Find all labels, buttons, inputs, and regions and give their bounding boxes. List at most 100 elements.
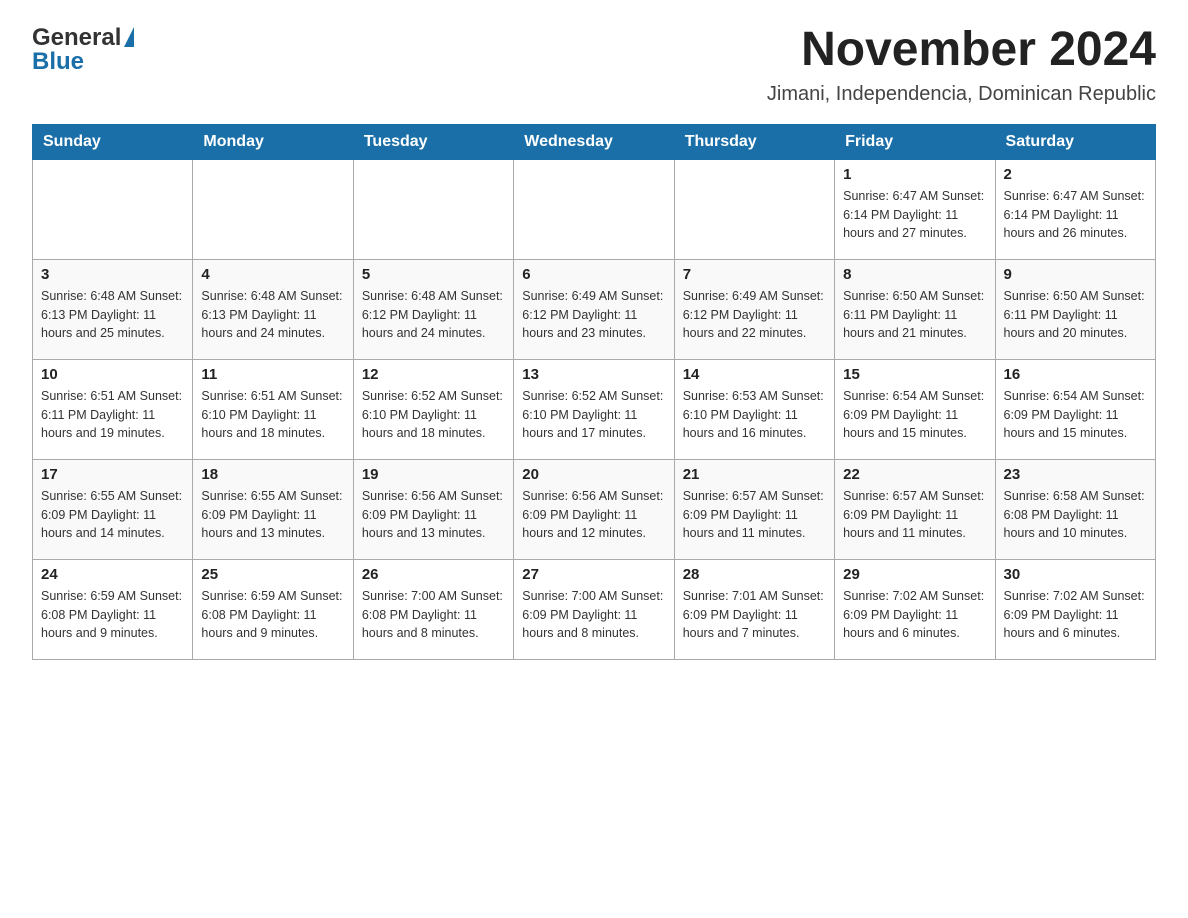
day-number: 1	[843, 166, 986, 183]
calendar-header-saturday: Saturday	[995, 124, 1155, 159]
calendar-cell: 29 Sunrise: 7:02 AM Sunset: 6:09 PM Dayli…	[835, 559, 995, 659]
day-info: Sunrise: 6:51 AM Sunset: 6:10 PM Dayligh…	[201, 387, 344, 443]
day-info: Sunrise: 6:48 AM Sunset: 6:13 PM Dayligh…	[41, 287, 184, 343]
calendar-header-sunday: Sunday	[33, 124, 193, 159]
calendar-cell: 22 Sunrise: 6:57 AM Sunset: 6:09 PM Dayli…	[835, 459, 995, 559]
day-number: 6	[522, 266, 665, 283]
day-info: Sunrise: 6:48 AM Sunset: 6:13 PM Dayligh…	[201, 287, 344, 343]
day-info: Sunrise: 7:02 AM Sunset: 6:09 PM Dayligh…	[1004, 587, 1147, 643]
day-info: Sunrise: 6:59 AM Sunset: 6:08 PM Dayligh…	[41, 587, 184, 643]
calendar-cell: 11 Sunrise: 6:51 AM Sunset: 6:10 PM Dayli…	[193, 359, 353, 459]
calendar-cell: 6 Sunrise: 6:49 AM Sunset: 6:12 PM Daylig…	[514, 259, 674, 359]
day-info: Sunrise: 6:50 AM Sunset: 6:11 PM Dayligh…	[1004, 287, 1147, 343]
title-area: November 2024 Jimani, Independencia, Dom…	[767, 24, 1156, 106]
day-info: Sunrise: 6:49 AM Sunset: 6:12 PM Dayligh…	[683, 287, 826, 343]
day-number: 5	[362, 266, 505, 283]
calendar-header-thursday: Thursday	[674, 124, 834, 159]
day-number: 27	[522, 566, 665, 583]
day-info: Sunrise: 6:47 AM Sunset: 6:14 PM Dayligh…	[1004, 187, 1147, 243]
logo: General Blue	[32, 24, 134, 76]
day-info: Sunrise: 6:58 AM Sunset: 6:08 PM Dayligh…	[1004, 487, 1147, 543]
calendar-cell	[514, 159, 674, 259]
calendar-cell: 5 Sunrise: 6:48 AM Sunset: 6:12 PM Daylig…	[353, 259, 513, 359]
calendar-header-tuesday: Tuesday	[353, 124, 513, 159]
calendar-cell: 27 Sunrise: 7:00 AM Sunset: 6:09 PM Dayli…	[514, 559, 674, 659]
calendar-cell: 16 Sunrise: 6:54 AM Sunset: 6:09 PM Dayli…	[995, 359, 1155, 459]
calendar-header-wednesday: Wednesday	[514, 124, 674, 159]
calendar-cell: 24 Sunrise: 6:59 AM Sunset: 6:08 PM Dayli…	[33, 559, 193, 659]
day-number: 26	[362, 566, 505, 583]
calendar-cell: 7 Sunrise: 6:49 AM Sunset: 6:12 PM Daylig…	[674, 259, 834, 359]
calendar-cell: 30Sunrise: 7:02 AM Sunset: 6:09 PM Dayli…	[995, 559, 1155, 659]
day-number: 13	[522, 366, 665, 383]
day-info: Sunrise: 6:53 AM Sunset: 6:10 PM Dayligh…	[683, 387, 826, 443]
day-info: Sunrise: 7:01 AM Sunset: 6:09 PM Dayligh…	[683, 587, 826, 643]
day-info: Sunrise: 6:54 AM Sunset: 6:09 PM Dayligh…	[1004, 387, 1147, 443]
day-number: 15	[843, 366, 986, 383]
calendar-cell: 14 Sunrise: 6:53 AM Sunset: 6:10 PM Dayli…	[674, 359, 834, 459]
day-info: Sunrise: 7:02 AM Sunset: 6:09 PM Dayligh…	[843, 587, 986, 643]
day-info: Sunrise: 6:48 AM Sunset: 6:12 PM Dayligh…	[362, 287, 505, 343]
day-info: Sunrise: 6:49 AM Sunset: 6:12 PM Dayligh…	[522, 287, 665, 343]
calendar-week-row: 3 Sunrise: 6:48 AM Sunset: 6:13 PM Daylig…	[33, 259, 1156, 359]
calendar-cell: 2 Sunrise: 6:47 AM Sunset: 6:14 PM Daylig…	[995, 159, 1155, 259]
day-number: 2	[1004, 166, 1147, 183]
day-number: 29	[843, 566, 986, 583]
calendar-cell	[193, 159, 353, 259]
day-number: 3	[41, 266, 184, 283]
day-number: 7	[683, 266, 826, 283]
calendar-cell	[33, 159, 193, 259]
day-number: 14	[683, 366, 826, 383]
calendar-cell: 20 Sunrise: 6:56 AM Sunset: 6:09 PM Dayli…	[514, 459, 674, 559]
day-number: 8	[843, 266, 986, 283]
day-info: Sunrise: 6:57 AM Sunset: 6:09 PM Dayligh…	[683, 487, 826, 543]
day-number: 12	[362, 366, 505, 383]
day-number: 19	[362, 466, 505, 483]
day-number: 21	[683, 466, 826, 483]
calendar-cell: 15 Sunrise: 6:54 AM Sunset: 6:09 PM Dayli…	[835, 359, 995, 459]
day-info: Sunrise: 6:59 AM Sunset: 6:08 PM Dayligh…	[201, 587, 344, 643]
calendar-cell: 13 Sunrise: 6:52 AM Sunset: 6:10 PM Dayli…	[514, 359, 674, 459]
calendar-cell: 17 Sunrise: 6:55 AM Sunset: 6:09 PM Dayli…	[33, 459, 193, 559]
day-number: 16	[1004, 366, 1147, 383]
calendar-week-row: 1 Sunrise: 6:47 AM Sunset: 6:14 PM Daylig…	[33, 159, 1156, 259]
day-number: 17	[41, 466, 184, 483]
day-info: Sunrise: 6:51 AM Sunset: 6:11 PM Dayligh…	[41, 387, 184, 443]
calendar-week-row: 10 Sunrise: 6:51 AM Sunset: 6:11 PM Dayli…	[33, 359, 1156, 459]
calendar-header-monday: Monday	[193, 124, 353, 159]
month-title: November 2024	[767, 24, 1156, 77]
calendar-cell: 1 Sunrise: 6:47 AM Sunset: 6:14 PM Daylig…	[835, 159, 995, 259]
logo-triangle-icon	[124, 27, 134, 47]
day-number: 23	[1004, 466, 1147, 483]
calendar-cell: 4Sunrise: 6:48 AM Sunset: 6:13 PM Daylig…	[193, 259, 353, 359]
day-number: 18	[201, 466, 344, 483]
calendar-cell: 23 Sunrise: 6:58 AM Sunset: 6:08 PM Dayli…	[995, 459, 1155, 559]
day-info: Sunrise: 6:57 AM Sunset: 6:09 PM Dayligh…	[843, 487, 986, 543]
calendar-cell: 12Sunrise: 6:52 AM Sunset: 6:10 PM Dayli…	[353, 359, 513, 459]
day-info: Sunrise: 6:54 AM Sunset: 6:09 PM Dayligh…	[843, 387, 986, 443]
calendar-cell: 10 Sunrise: 6:51 AM Sunset: 6:11 PM Dayli…	[33, 359, 193, 459]
calendar-week-row: 24 Sunrise: 6:59 AM Sunset: 6:08 PM Dayli…	[33, 559, 1156, 659]
calendar-week-row: 17 Sunrise: 6:55 AM Sunset: 6:09 PM Dayli…	[33, 459, 1156, 559]
day-number: 20	[522, 466, 665, 483]
logo-blue-text: Blue	[32, 48, 84, 76]
day-info: Sunrise: 6:55 AM Sunset: 6:09 PM Dayligh…	[41, 487, 184, 543]
day-number: 9	[1004, 266, 1147, 283]
calendar-header-friday: Friday	[835, 124, 995, 159]
day-number: 10	[41, 366, 184, 383]
day-number: 22	[843, 466, 986, 483]
day-info: Sunrise: 6:56 AM Sunset: 6:09 PM Dayligh…	[522, 487, 665, 543]
calendar-cell: 3 Sunrise: 6:48 AM Sunset: 6:13 PM Daylig…	[33, 259, 193, 359]
calendar-table: SundayMondayTuesdayWednesdayThursdayFrid…	[32, 124, 1156, 660]
day-info: Sunrise: 7:00 AM Sunset: 6:09 PM Dayligh…	[522, 587, 665, 643]
calendar-cell: 26 Sunrise: 7:00 AM Sunset: 6:08 PM Dayli…	[353, 559, 513, 659]
day-number: 24	[41, 566, 184, 583]
page-header: General Blue November 2024 Jimani, Indep…	[32, 24, 1156, 106]
day-info: Sunrise: 6:47 AM Sunset: 6:14 PM Dayligh…	[843, 187, 986, 243]
day-info: Sunrise: 6:52 AM Sunset: 6:10 PM Dayligh…	[522, 387, 665, 443]
day-info: Sunrise: 7:00 AM Sunset: 6:08 PM Dayligh…	[362, 587, 505, 643]
calendar-cell: 18Sunrise: 6:55 AM Sunset: 6:09 PM Dayli…	[193, 459, 353, 559]
day-number: 11	[201, 366, 344, 383]
calendar-cell	[674, 159, 834, 259]
calendar-cell	[353, 159, 513, 259]
